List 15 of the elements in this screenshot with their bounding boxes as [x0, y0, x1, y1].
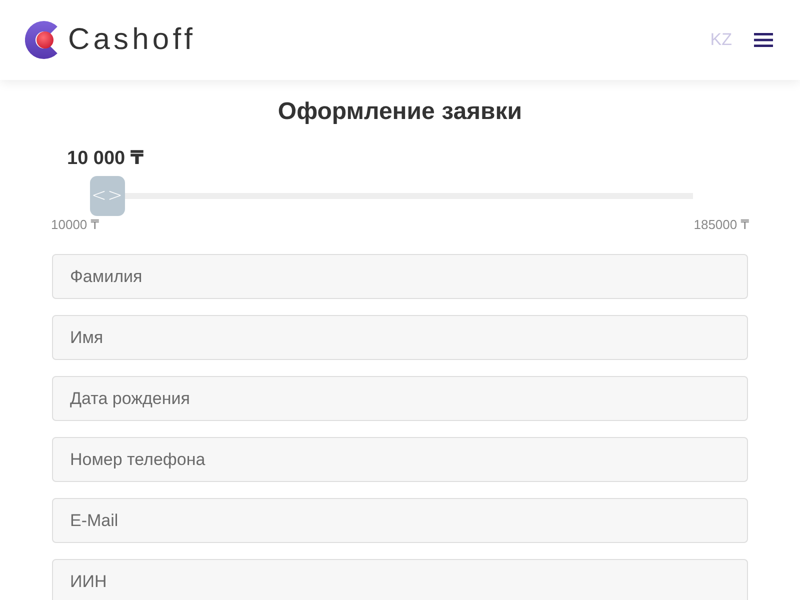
- text-input-field[interactable]: Фамилия: [52, 254, 748, 299]
- text-input-field[interactable]: ИИН: [52, 559, 748, 600]
- text-input-field[interactable]: Дата рождения: [52, 376, 748, 421]
- loan-amount: 10 000 ₸: [67, 148, 145, 170]
- page-title: Оформление заявки: [276, 98, 524, 126]
- text-input-field[interactable]: Номер телефона: [52, 437, 748, 482]
- max-amount-label: 185000 ₸: [694, 217, 749, 233]
- min-amount-label: 10000 ₸: [51, 217, 100, 233]
- text-input-field[interactable]: E-Mail: [52, 498, 748, 543]
- logo-text: Cashoff: [68, 22, 196, 58]
- range-slider[interactable]: <>: [90, 176, 693, 216]
- text-input-field[interactable]: Имя: [52, 315, 748, 360]
- slider-thumb[interactable]: <>: [90, 176, 125, 216]
- language-link[interactable]: KZ: [710, 30, 732, 50]
- menu-icon[interactable]: [754, 33, 773, 47]
